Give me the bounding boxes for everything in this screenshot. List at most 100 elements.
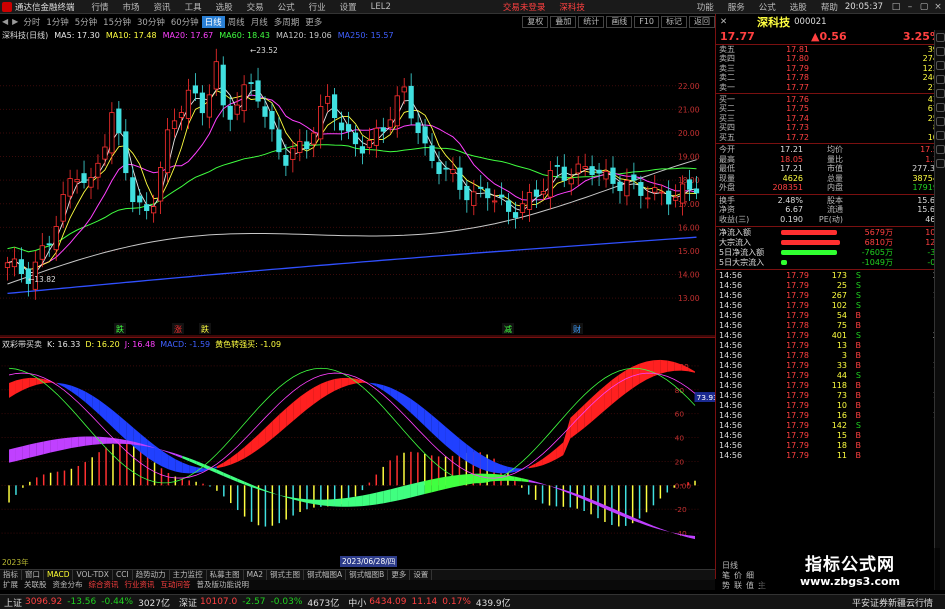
tab-steel-main[interactable]: 钢式主图: [267, 570, 305, 580]
close-icon[interactable]: ×: [931, 2, 945, 12]
tab-vol-tdx[interactable]: VOL-TDX: [73, 570, 113, 580]
period-more[interactable]: 更多: [302, 16, 325, 28]
stat-label: 均价: [827, 144, 843, 154]
macd-ribbon: [646, 523, 654, 528]
index-name-sz[interactable]: 深证: [179, 596, 197, 609]
menu-market[interactable]: 市场: [116, 1, 147, 13]
stats-button[interactable]: 统计: [578, 15, 605, 28]
quote-tab[interactable]: 联: [734, 580, 742, 591]
side-tool-icon[interactable]: [936, 33, 945, 42]
current-stock-link[interactable]: 深科技: [552, 1, 592, 13]
tab-macd[interactable]: MACD: [44, 570, 74, 580]
mark-button[interactable]: 标记: [661, 15, 687, 28]
back-arrow-icon[interactable]: ◀: [0, 17, 10, 26]
menu-quote[interactable]: 行情: [85, 1, 116, 13]
ma-legend: 深科技(日线) MA5: 17.30 MA10: 17.48 MA20: 17.…: [2, 30, 394, 41]
side-tool-icon[interactable]: [936, 131, 945, 140]
ask-row[interactable]: 卖五 17.81 395: [716, 45, 945, 54]
ask-row[interactable]: 卖四 17.80 2742: [716, 54, 945, 63]
kdj-ribbon: [556, 442, 564, 460]
side-tool-icon[interactable]: [936, 145, 945, 154]
menu-screen[interactable]: 选股: [209, 1, 240, 13]
draw-button[interactable]: 画线: [606, 15, 633, 28]
tab-steel-sub-a[interactable]: 钢式幅图A: [304, 570, 347, 580]
close-panel-icon[interactable]: ✕: [720, 17, 727, 27]
period-monthly[interactable]: 月线: [248, 16, 271, 28]
quote-tab[interactable]: 值: [746, 580, 754, 591]
period-timeshare[interactable]: 分时: [20, 16, 43, 28]
ask-row[interactable]: 卖一 17.77 215: [716, 83, 945, 92]
forward-arrow-icon[interactable]: ▶: [10, 17, 20, 26]
back-button[interactable]: 返回: [689, 15, 715, 28]
kdj-ribbon: [258, 427, 266, 450]
minimize-icon[interactable]: –: [903, 2, 917, 12]
period-multi[interactable]: 多周期: [271, 16, 303, 28]
menu-formula-right[interactable]: 公式: [752, 1, 783, 13]
side-tool-icon[interactable]: [936, 47, 945, 56]
tab-settings[interactable]: 设置: [410, 570, 433, 580]
info-tab-industry-news[interactable]: 行业资讯: [122, 580, 158, 590]
overlay-button[interactable]: 叠加: [550, 15, 577, 28]
menu-level2[interactable]: LEL2: [364, 2, 398, 12]
tab-trend-power[interactable]: 趋势动力: [133, 570, 170, 580]
menu-function[interactable]: 功能: [690, 1, 721, 13]
bid-row[interactable]: 买三 17.74 253: [716, 114, 945, 123]
info-tab-fund[interactable]: 资金分布: [50, 580, 86, 590]
trade-login-link[interactable]: 交易未登录: [496, 1, 553, 13]
index-name-sh[interactable]: 上证: [4, 596, 22, 609]
side-tool-icon[interactable]: [936, 103, 945, 112]
menu-trade[interactable]: 交易: [240, 1, 271, 13]
stat-row: 今开 17.21 均价 17.51: [716, 145, 945, 155]
side-tool-icon[interactable]: [936, 89, 945, 98]
ask-row[interactable]: 卖三 17.79 1239: [716, 64, 945, 73]
bid-row[interactable]: 买二 17.75 670: [716, 104, 945, 113]
menu-screen-right[interactable]: 选股: [783, 1, 814, 13]
chart-stock-label: 深科技(日线): [2, 31, 49, 40]
bid-row[interactable]: 买五 17.72 109: [716, 133, 945, 142]
period-weekly[interactable]: 周线: [225, 16, 248, 28]
side-tool-icon[interactable]: [936, 75, 945, 84]
tab-window[interactable]: 窗口: [22, 570, 44, 580]
kline-chart[interactable]: 22.0021.0020.0019.0018.0017.0016.0015.00…: [0, 30, 715, 337]
f10-button[interactable]: F10: [634, 15, 659, 28]
ask-row[interactable]: 卖二 17.78 2464: [716, 73, 945, 82]
quote-tab[interactable]: 势: [722, 580, 730, 591]
info-tab-help[interactable]: 普及版功能说明: [194, 580, 253, 590]
tick-list[interactable]: 14:56 17.79 173 S 29 14:56 17.79 25 S 9 …: [716, 271, 945, 461]
restore-icon[interactable]: □: [889, 2, 903, 12]
menu-tools[interactable]: 工具: [178, 1, 209, 13]
tab-main-monitor[interactable]: 主力监控: [170, 570, 207, 580]
period-daily[interactable]: 日线: [201, 15, 225, 28]
period-1min[interactable]: 1分钟: [43, 16, 71, 28]
menu-service[interactable]: 服务: [721, 1, 752, 13]
tab-steel-sub-b[interactable]: 钢式幅图B: [346, 570, 389, 580]
tab-ma2[interactable]: MA2: [244, 570, 268, 580]
indicator-chart[interactable]: 100806040200.00-20-4073.93: [0, 337, 715, 562]
maximize-icon[interactable]: ▢: [917, 2, 931, 12]
menu-settings[interactable]: 设置: [333, 1, 364, 13]
index-name-zx[interactable]: 中小: [348, 596, 366, 609]
menu-help[interactable]: 帮助: [814, 1, 845, 13]
tick-side: B: [855, 450, 862, 460]
info-tab-news[interactable]: 综合资讯: [86, 580, 122, 590]
side-tool-icon[interactable]: [936, 61, 945, 70]
info-tab-qa[interactable]: 互动问答: [158, 580, 194, 590]
period-15min[interactable]: 15分钟: [100, 16, 134, 28]
period-60min[interactable]: 60分钟: [168, 16, 202, 28]
menu-formula[interactable]: 公式: [271, 1, 302, 13]
menu-news[interactable]: 资讯: [147, 1, 178, 13]
tab-cci[interactable]: CCI: [113, 570, 133, 580]
info-tab-extend[interactable]: 扩展: [0, 580, 21, 590]
tab-private-main[interactable]: 私募主图: [207, 570, 244, 580]
tab-more[interactable]: 更多: [388, 570, 411, 580]
side-tool-icon[interactable]: [936, 159, 945, 168]
info-tab-related[interactable]: 关联股: [21, 580, 50, 590]
period-5min[interactable]: 5分钟: [72, 16, 100, 28]
period-30min[interactable]: 30分钟: [134, 16, 168, 28]
side-tool-icon[interactable]: [936, 117, 945, 126]
menu-industry[interactable]: 行业: [302, 1, 333, 13]
bid-row[interactable]: 买一 17.76 413: [716, 95, 945, 104]
tab-indicator[interactable]: 指标: [0, 570, 22, 580]
bid-row[interactable]: 买四 17.73 86: [716, 123, 945, 132]
adjust-button[interactable]: 复权: [522, 15, 549, 28]
